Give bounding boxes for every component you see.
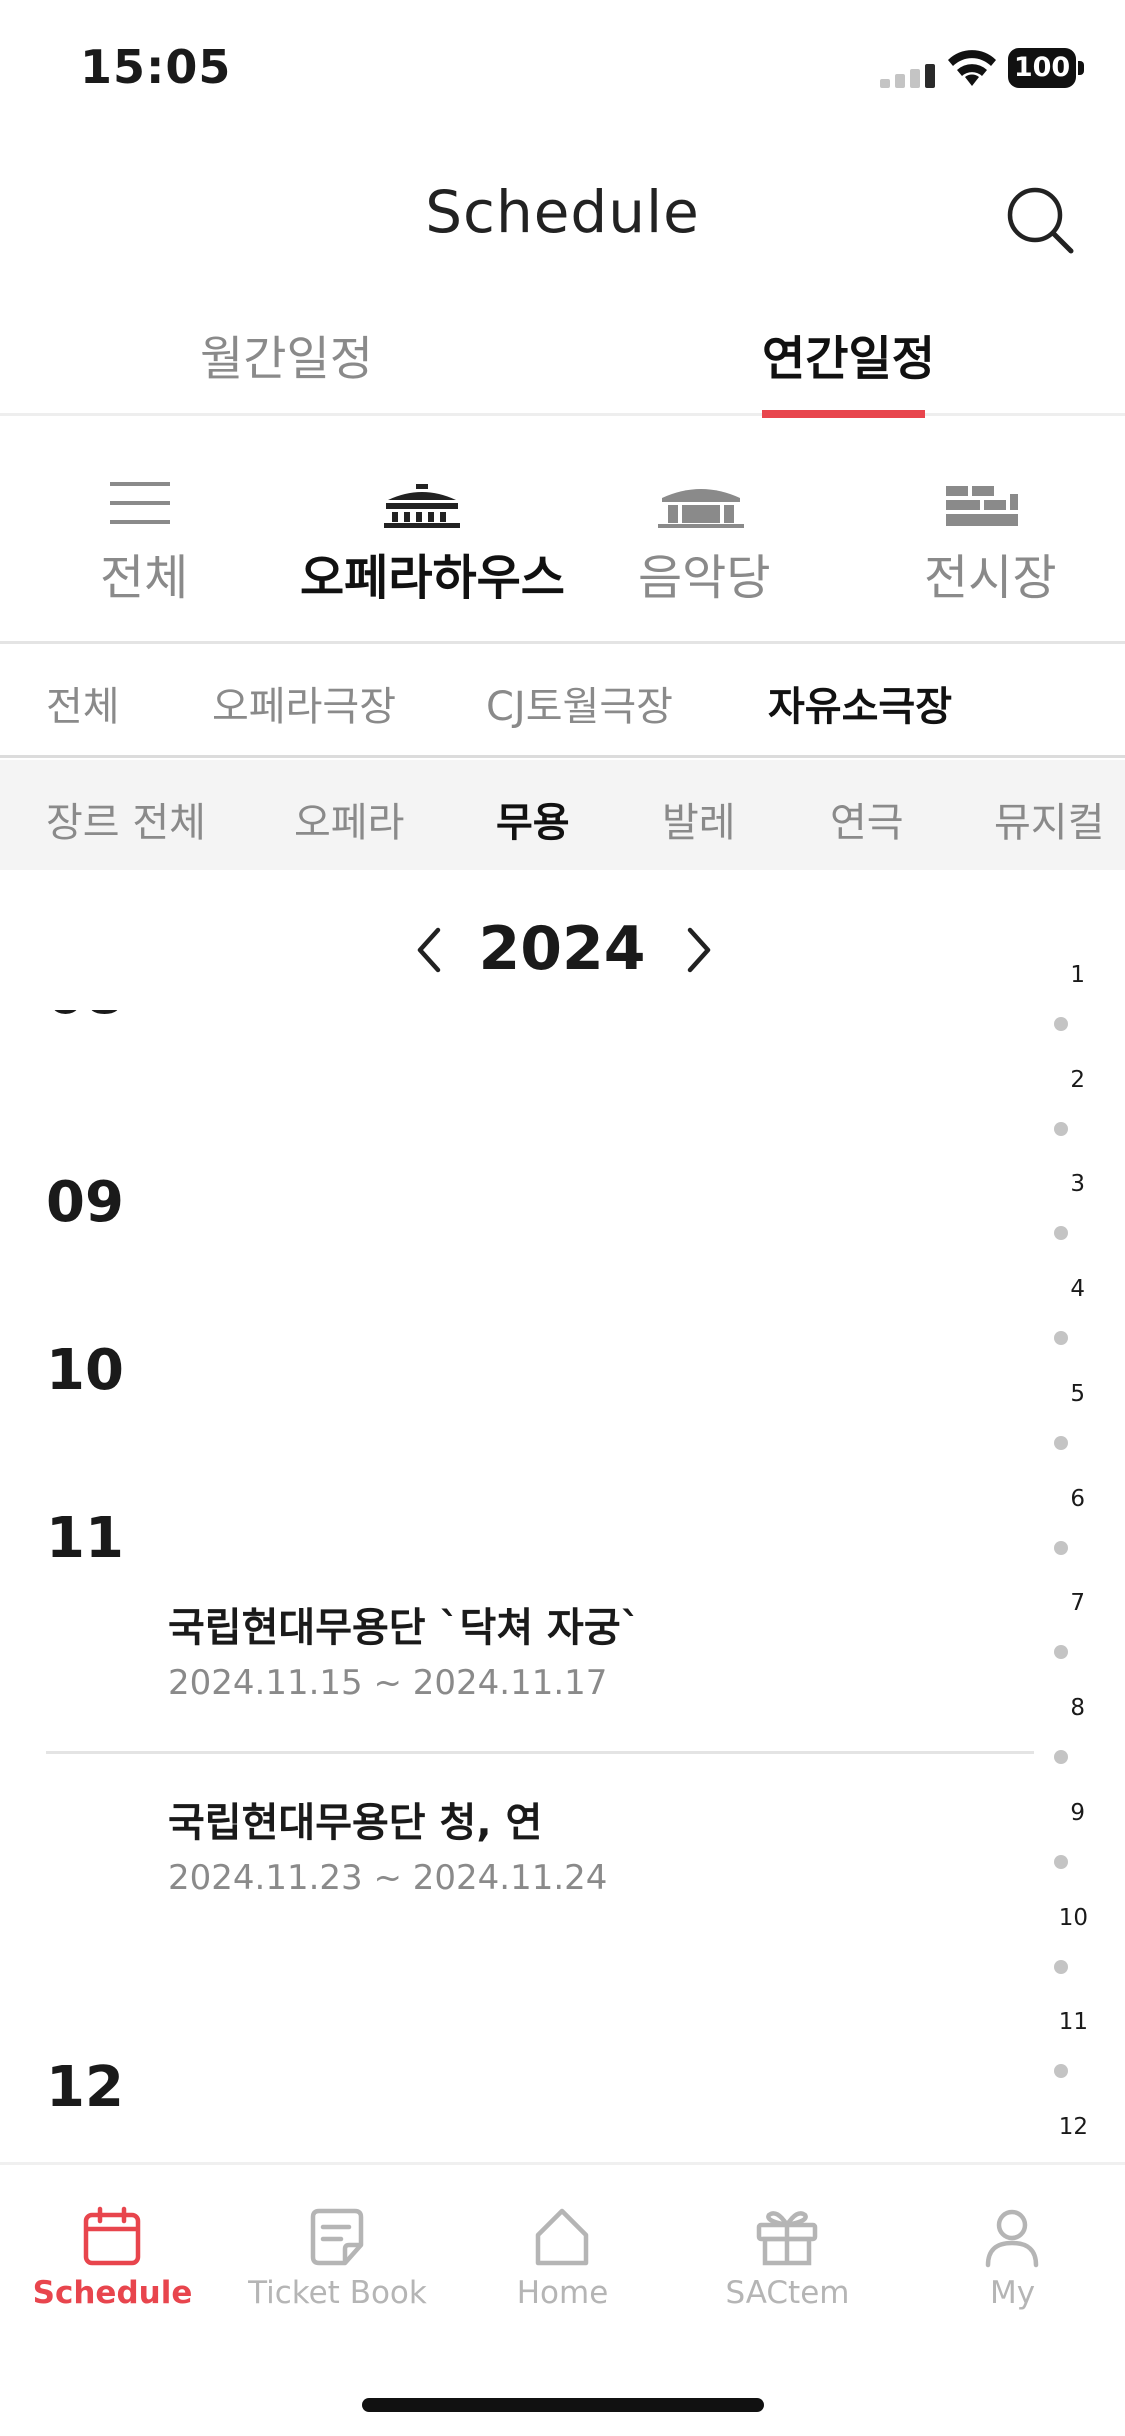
home-icon [535,2208,589,2266]
exhibition-hall-icon [946,486,1018,526]
month-index-item[interactable]: 7 [1040,1590,1085,1616]
event-period: 2024.11.23 ~ 2024.11.24 [168,1858,608,1898]
year-navigator: 2024 [0,900,1125,1000]
active-tab-indicator [762,410,925,418]
nav-label: Schedule [32,2275,193,2311]
home-indicator [362,2398,764,2412]
genre-opera[interactable]: 오페라 [294,790,404,848]
page-title: Schedule [425,178,700,246]
venue-all[interactable]: 전체 [60,418,220,644]
venue-label: 음악당 [638,550,771,606]
nav-ticket-book[interactable]: Ticket Book [225,2165,450,2325]
month-index-item[interactable]: 8 [1040,1695,1085,1721]
genre-all[interactable]: 장르 전체 [46,790,206,848]
index-dot [1054,1960,1068,1974]
bottom-nav: Schedule Ticket Book Home SACtem My [0,2162,1125,2436]
event-title: 국립현대무용단 `닥쳐 자궁` [168,1605,641,1651]
venue-exhibition-hall[interactable]: 전시장 [900,418,1070,644]
genre-ballet[interactable]: 발레 [662,790,736,848]
venue-label: 전체 [100,550,189,606]
event-title: 국립현대무용단 청, 연 [168,1800,543,1846]
calendar-icon [83,2206,141,2266]
nav-label: My [989,2275,1036,2311]
month-index-item[interactable]: 12 [1040,2114,1088,2140]
app-screen: 15:05 100 Schedule 월간일정 연간일정 전체 오페라하우스 음… [0,0,1125,2436]
index-dot [1054,1436,1068,1450]
schedule-list[interactable]: 08 09 10 11 국립현대무용단 `닥쳐 자궁` 2024.11.15 ~… [0,1010,1050,2160]
concert-hall-icon [658,489,744,528]
hall-filter: 전체 오페라극장 CJ토월극장 자유소극장 [0,646,1125,758]
event-period: 2024.11.15 ~ 2024.11.17 [168,1663,608,1703]
index-dot [1054,1645,1068,1659]
gift-icon [756,2211,818,2266]
index-dot [1054,2064,1068,2078]
nav-schedule[interactable]: Schedule [0,2165,225,2325]
month-index-item[interactable]: 6 [1040,1486,1085,1512]
event-item[interactable]: 국립현대무용단 청, 연 2024.11.23 ~ 2024.11.24 [46,1790,1034,1910]
venue-concert-hall[interactable]: 음악당 [620,418,790,644]
venue-label: 오페라하우스 [300,550,565,606]
divider [46,1751,1034,1754]
cellular-signal-icon [880,60,936,88]
index-dot [1054,1122,1068,1136]
person-icon [985,2209,1039,2268]
nav-my[interactable]: My [900,2165,1125,2325]
month-index-item[interactable]: 2 [1040,1067,1085,1093]
month-index-item[interactable]: 1 [1040,962,1085,988]
index-dot [1054,1855,1068,1869]
nav-sactem[interactable]: SACtem [675,2165,900,2325]
battery-icon: 100 [1008,48,1084,88]
chevron-right-icon[interactable] [676,922,720,978]
index-dot [1054,1750,1068,1764]
month-index-item[interactable]: 5 [1040,1381,1085,1407]
status-time: 15:05 [80,40,232,94]
year-label: 2024 [478,914,646,984]
nav-home[interactable]: Home [450,2165,675,2325]
status-bar: 15:05 100 [0,0,1125,140]
wifi-icon [948,50,996,86]
index-dot [1054,1331,1068,1345]
battery-level: 100 [1008,48,1076,88]
genre-theater[interactable]: 연극 [830,790,904,848]
ticket-note-icon [310,2208,364,2266]
genre-dance[interactable]: 무용 [496,790,570,848]
month-heading: 09 [46,1170,124,1235]
search-icon[interactable] [1005,185,1075,255]
index-dot [1054,1226,1068,1240]
genre-filter: 장르 전체 오페라 무용 발레 연극 뮤지컬 [0,760,1125,870]
hall-opera-theater[interactable]: 오페라극장 [212,674,396,732]
index-dot [1054,1017,1068,1031]
month-heading: 08 [46,1010,124,1027]
month-index-item[interactable]: 11 [1040,2009,1088,2035]
hall-cj-towol-theater[interactable]: CJ토월극장 [486,674,673,732]
venue-opera-house[interactable]: 오페라하우스 [290,418,565,644]
hall-all[interactable]: 전체 [46,674,120,732]
venue-label: 전시장 [924,550,1057,606]
month-index-item[interactable]: 10 [1040,1905,1088,1931]
nav-label: Home [516,2275,609,2311]
month-index-item[interactable]: 9 [1040,1800,1085,1826]
nav-label: SACtem [725,2275,850,2311]
menu-lines-icon [110,482,170,524]
tab-monthly-schedule[interactable]: 월간일정 [200,320,373,389]
period-tabs: 월간일정 연간일정 [0,300,1125,418]
event-item[interactable]: 국립현대무용단 `닥쳐 자궁` 2024.11.15 ~ 2024.11.17 [46,1595,1034,1715]
index-dot [1054,1541,1068,1555]
genre-musical[interactable]: 뮤지컬 [994,790,1104,848]
tab-yearly-schedule[interactable]: 연간일정 [762,320,935,389]
nav-label: Ticket Book [248,2275,427,2311]
month-heading: 10 [46,1338,124,1403]
month-index-item[interactable]: 3 [1040,1171,1085,1197]
month-heading: 11 [46,1506,124,1571]
month-index-item[interactable]: 4 [1040,1276,1085,1302]
month-heading: 12 [46,2055,124,2120]
venue-filter: 전체 오페라하우스 음악당 전시장 [0,418,1125,644]
month-index[interactable]: 1 2 3 4 5 6 7 8 9 10 11 12 [1040,950,1125,2150]
hall-jayu-theater[interactable]: 자유소극장 [768,674,952,732]
opera-house-icon [384,484,460,528]
